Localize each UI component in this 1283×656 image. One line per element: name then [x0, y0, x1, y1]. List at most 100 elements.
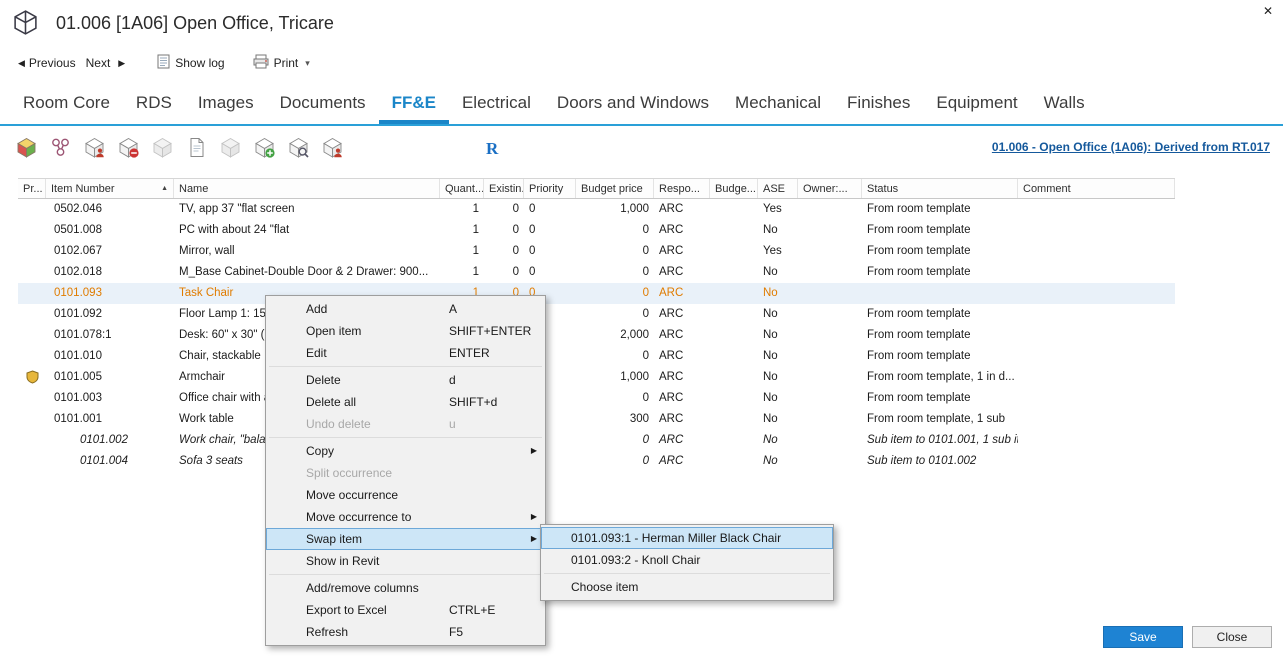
menu-item-swap-item[interactable]: Swap item▶: [266, 528, 545, 550]
table-row-0101-001[interactable]: 0101.001Work table300ARCNoFrom room temp…: [18, 409, 1175, 430]
occurrence-icon[interactable]: [84, 137, 105, 158]
derived-from-template-link[interactable]: 01.006 - Open Office (1A06): Derived fro…: [992, 140, 1270, 154]
menu-item-delete[interactable]: Deleted: [266, 369, 545, 391]
print-dropdown-caret-icon[interactable]: ▾: [305, 58, 310, 69]
item-new-icon[interactable]: [16, 137, 37, 158]
cell-budget: [710, 262, 758, 283]
occurrence-person-icon[interactable]: [322, 137, 343, 158]
cell-item-number: 0501.008: [46, 220, 174, 241]
occurrence-delete-icon[interactable]: [118, 137, 139, 158]
menu-item-delete-all[interactable]: Delete allSHIFT+d: [266, 391, 545, 413]
column-header-quant[interactable]: Quant...: [440, 179, 484, 198]
cell-owner: [798, 304, 862, 325]
tab-finishes[interactable]: Finishes: [834, 84, 923, 124]
cell-budget-price: 0: [576, 304, 654, 325]
print-button[interactable]: Print ▾: [253, 54, 310, 72]
submenu-item-0101-093-2-knoll-chair[interactable]: 0101.093:2 - Knoll Chair: [541, 549, 833, 571]
next-arrow-icon[interactable]: ▶: [118, 58, 125, 69]
menu-item-shortcut: SHIFT+d: [449, 391, 497, 413]
column-header-budget-price[interactable]: Budget price: [576, 179, 654, 198]
previous-button[interactable]: Previous: [29, 56, 76, 70]
table-row-0101-010[interactable]: 0101.010Chair, stackable0ARCNoFrom room …: [18, 346, 1175, 367]
menu-item-open-item[interactable]: Open itemSHIFT+ENTER: [266, 320, 545, 342]
cell-existing: 0: [484, 199, 524, 220]
table-row-0502-046[interactable]: 0502.046TV, app 37 "flat screen1001,000A…: [18, 199, 1175, 220]
cell-budget-price: 0: [576, 241, 654, 262]
table-row-0101-078-1[interactable]: 0101.078:1Desk: 60" x 30" (Lef2,000ARCNo…: [18, 325, 1175, 346]
tab-room-core[interactable]: Room Core: [10, 84, 123, 124]
show-log-button[interactable]: Show log: [157, 54, 224, 72]
revit-icon[interactable]: R: [483, 137, 504, 158]
cell-ase: No: [758, 346, 798, 367]
menu-item-refresh[interactable]: RefreshF5: [266, 621, 545, 643]
column-header-owner[interactable]: Owner:...: [798, 179, 862, 198]
item-add-icon[interactable]: [254, 137, 275, 158]
submenu-arrow-icon: ▶: [531, 506, 537, 528]
column-header-priority[interactable]: Priority: [524, 179, 576, 198]
cell-quantity: 1: [440, 220, 484, 241]
tab-ff-e[interactable]: FF&E: [379, 84, 449, 124]
table-row-0101-004[interactable]: 0101.004Sofa 3 seats0ARCNoSub item to 01…: [18, 451, 1175, 472]
cell-comment: [1018, 451, 1175, 472]
cell-responsible: ARC: [654, 241, 710, 262]
tab-electrical[interactable]: Electrical: [449, 84, 544, 124]
menu-item-export-to-excel[interactable]: Export to ExcelCTRL+E: [266, 599, 545, 621]
menu-item-shortcut: A: [449, 298, 457, 320]
column-label: Budget price: [581, 183, 643, 195]
next-button[interactable]: Next: [86, 56, 111, 70]
column-header-existin[interactable]: Existin...: [484, 179, 524, 198]
cell-comment: [1018, 346, 1175, 367]
table-row-0101-005[interactable]: 0101.005Armchair1,000ARCNoFrom room temp…: [18, 367, 1175, 388]
submenu-item-label: 0101.093:2 - Knoll Chair: [571, 553, 700, 567]
tab-equipment[interactable]: Equipment: [923, 84, 1030, 124]
menu-item-add[interactable]: AddA: [266, 298, 545, 320]
cell-owner: [798, 388, 862, 409]
menu-item-edit[interactable]: EditENTER: [266, 342, 545, 364]
window-close-button[interactable]: ✕: [1263, 4, 1273, 18]
items-icon[interactable]: [50, 137, 71, 158]
column-header-comment[interactable]: Comment: [1018, 179, 1175, 198]
item-search-icon[interactable]: [288, 137, 309, 158]
tab-walls[interactable]: Walls: [1031, 84, 1098, 124]
table-row-0101-002[interactable]: 0101.002Work chair, "balance"0ARCNoSub i…: [18, 430, 1175, 451]
menu-item-label: Edit: [306, 346, 327, 360]
save-button[interactable]: Save: [1103, 626, 1183, 648]
column-header-ase[interactable]: ASE: [758, 179, 798, 198]
item-disabled-icon[interactable]: [152, 137, 173, 158]
close-button[interactable]: Close: [1192, 626, 1272, 648]
column-header-name[interactable]: Name: [174, 179, 440, 198]
tab-doors-and-windows[interactable]: Doors and Windows: [544, 84, 722, 124]
tab-mechanical[interactable]: Mechanical: [722, 84, 834, 124]
column-header-pr[interactable]: Pr...: [18, 179, 46, 198]
column-label: Pr...: [23, 183, 43, 195]
submenu-item-0101-093-1-herman-miller-black-chair[interactable]: 0101.093:1 - Herman Miller Black Chair: [541, 527, 833, 549]
cell-budget: [710, 409, 758, 430]
menu-item-move-occurrence-to[interactable]: Move occurrence to▶: [266, 506, 545, 528]
previous-arrow-icon[interactable]: ◀: [18, 58, 25, 69]
package-disabled-icon[interactable]: [220, 137, 241, 158]
tab-rds[interactable]: RDS: [123, 84, 185, 124]
table-row-0501-008[interactable]: 0501.008PC with about 24 "flat1000ARCNoF…: [18, 220, 1175, 241]
cell-budget-price: 300: [576, 409, 654, 430]
table-row-0101-003[interactable]: 0101.003Office chair with ar0ARCNoFrom r…: [18, 388, 1175, 409]
table-row-0101-093[interactable]: 0101.093Task Chair1000ARCNo: [18, 283, 1175, 304]
menu-item-show-in-revit[interactable]: Show in Revit: [266, 550, 545, 572]
column-header-respo[interactable]: Respo...: [654, 179, 710, 198]
menu-item-copy[interactable]: Copy▶: [266, 440, 545, 462]
column-header-item-number[interactable]: Item Number▲: [46, 179, 174, 198]
menu-item-move-occurrence[interactable]: Move occurrence: [266, 484, 545, 506]
column-header-status[interactable]: Status: [862, 179, 1018, 198]
cell-owner: [798, 241, 862, 262]
submenu-item-choose-item[interactable]: Choose item: [541, 576, 833, 598]
table-row-0102-018[interactable]: 0102.018M_Base Cabinet-Double Door & 2 D…: [18, 262, 1175, 283]
table-row-0102-067[interactable]: 0102.067Mirror, wall1000ARCYesFrom room …: [18, 241, 1175, 262]
table-row-0101-092[interactable]: 0101.092Floor Lamp 1: 150 w0ARCNoFrom ro…: [18, 304, 1175, 325]
column-header-budge[interactable]: Budge...: [710, 179, 758, 198]
document-icon[interactable]: [186, 137, 207, 158]
tab-images[interactable]: Images: [185, 84, 267, 124]
menu-item-add-remove-columns[interactable]: Add/remove columns: [266, 577, 545, 599]
cell-owner: [798, 325, 862, 346]
submenu-separator: [544, 573, 830, 574]
tab-documents[interactable]: Documents: [267, 84, 379, 124]
cell-budget: [710, 325, 758, 346]
